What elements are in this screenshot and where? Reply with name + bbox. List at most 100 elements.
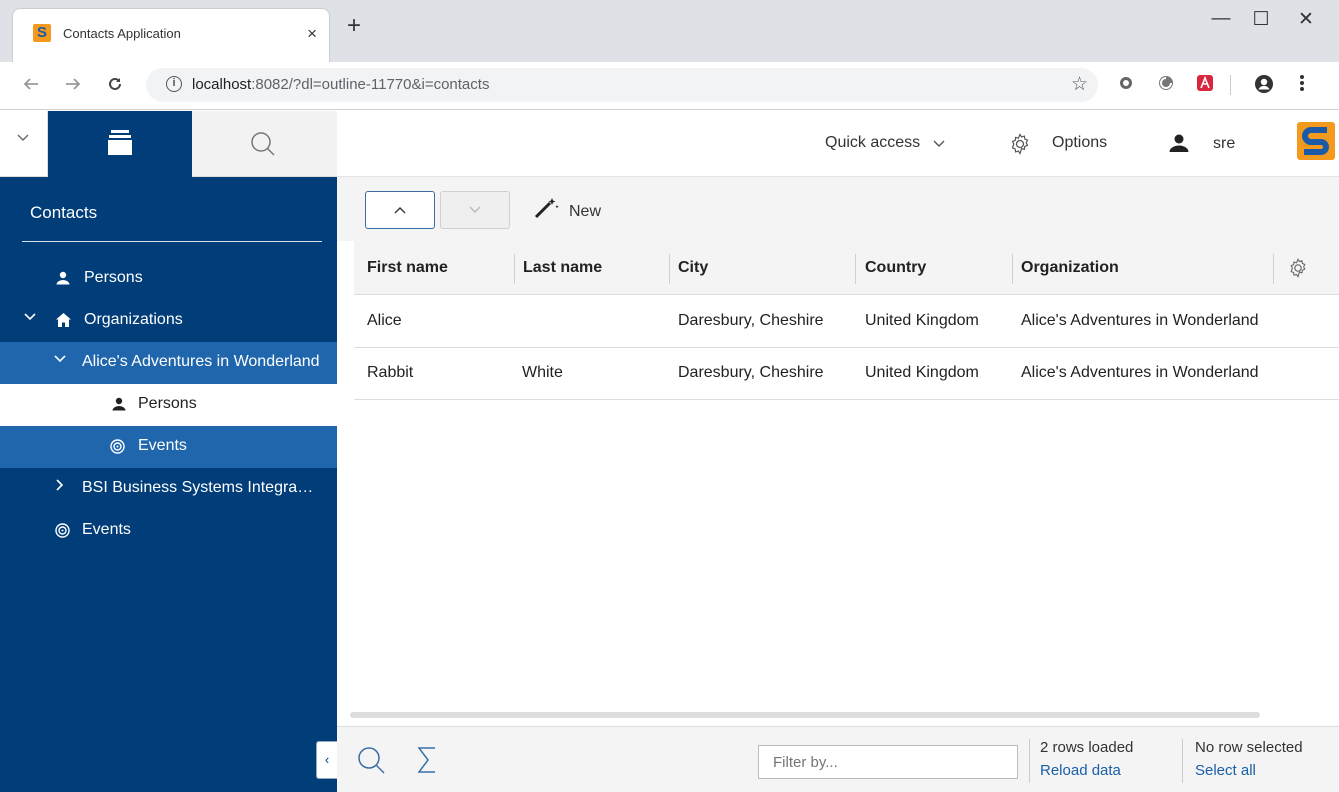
cell-country: United Kingdom	[865, 312, 979, 329]
chevron-down-icon	[933, 137, 945, 149]
tab-title: Contacts Application	[63, 26, 181, 41]
user-name: sre	[1213, 135, 1236, 152]
search-icon	[250, 131, 276, 157]
url-host: localhost	[192, 76, 252, 93]
nav-item-label: Alice's Adventures in Wonderland	[82, 353, 320, 370]
search-tab[interactable]	[192, 111, 337, 177]
new-label: New	[569, 203, 602, 220]
nav-collapse-handle[interactable]: ‹	[316, 741, 337, 779]
outline-tab[interactable]	[48, 111, 192, 177]
navigate-down-button[interactable]	[440, 191, 510, 229]
nav-item-label: Persons	[84, 269, 143, 286]
extension-icon[interactable]	[1157, 74, 1175, 92]
nav-title: Contacts	[30, 203, 98, 222]
cell-city: Daresbury, Cheshire	[678, 364, 824, 381]
quick-access-menu[interactable]: Quick access	[825, 134, 945, 152]
options-label: Options	[1052, 134, 1108, 151]
new-tab-icon[interactable]: +	[347, 12, 361, 40]
column-header-first-name[interactable]: First name	[354, 241, 508, 295]
nav-divider	[22, 241, 322, 242]
nav-item-alice-events[interactable]: Events	[0, 426, 337, 468]
address-bar: i localhost:8082/?dl=outline-11770&i=con…	[0, 62, 1339, 110]
nav-item-alice-organization[interactable]: Alice's Adventures in Wonderland	[0, 342, 337, 384]
chevron-down-icon[interactable]	[53, 352, 67, 366]
column-separator[interactable]	[1273, 254, 1274, 284]
column-header-city[interactable]: City	[665, 241, 855, 295]
browser-tab-bar: S Contacts Application × + — ☐ ✕	[0, 0, 1339, 62]
home-icon	[56, 313, 71, 327]
rows-loaded-status: 2 rows loaded Reload data	[1040, 739, 1160, 779]
profile-icon[interactable]	[1254, 74, 1274, 94]
table-row[interactable]: Alice Daresbury, Cheshire United Kingdom…	[354, 296, 1339, 348]
quick-access-label: Quick access	[825, 134, 921, 151]
navigate-up-button[interactable]	[365, 191, 435, 229]
chevron-down-icon	[17, 131, 29, 143]
url-omnibox[interactable]: i localhost:8082/?dl=outline-11770&i=con…	[146, 68, 1098, 102]
nav-menu-button[interactable]	[0, 111, 48, 177]
footer-divider	[1029, 739, 1030, 783]
selection-text: No row selected	[1195, 739, 1303, 756]
info-icon[interactable]: i	[166, 76, 182, 92]
select-all-link[interactable]: Select all	[1195, 762, 1335, 779]
magic-wand-icon	[533, 196, 559, 220]
reload-icon[interactable]	[106, 75, 124, 93]
table-footer: 2 rows loaded Reload data No row selecte…	[337, 726, 1339, 792]
nav-item-label: Events	[138, 437, 187, 454]
tab-close-icon[interactable]: ×	[307, 24, 317, 44]
person-icon	[112, 397, 126, 411]
url-path: :8082/?dl=outline-11770&i=contacts	[251, 76, 490, 93]
nav-item-persons[interactable]: Persons	[0, 258, 337, 300]
cell-first-name: Rabbit	[367, 364, 414, 381]
person-icon	[56, 271, 70, 285]
cell-organization: Alice's Adventures in Wonderland	[1021, 364, 1259, 381]
nav-item-bsi-organization[interactable]: BSI Business Systems Integration	[0, 468, 337, 510]
search-icon[interactable]	[357, 746, 385, 774]
table-row[interactable]: Rabbit White Daresbury, Cheshire United …	[354, 348, 1339, 400]
chevron-right-icon[interactable]	[53, 478, 67, 492]
nav-item-label: Persons	[138, 395, 197, 412]
footer-divider	[1182, 739, 1183, 783]
contacts-table: First name Last name City Country Organi…	[337, 241, 1339, 726]
cell-first-name: Alice	[367, 312, 402, 329]
table-settings-gear-icon[interactable]	[1288, 258, 1308, 278]
target-icon	[55, 523, 70, 538]
outline-icon	[108, 130, 132, 156]
chevron-down-icon	[469, 205, 481, 215]
navigation-panel: Contacts Persons Organizations Alice's A…	[0, 111, 337, 792]
url-text: localhost:8082/?dl=outline-11770&i=conta…	[192, 76, 489, 93]
gear-icon	[1009, 133, 1031, 155]
nav-item-label: BSI Business Systems Integration	[82, 479, 317, 496]
app-header: Quick access Options sre	[337, 111, 1339, 177]
nav-header	[0, 111, 337, 177]
window-close-icon[interactable]: ✕	[1283, 8, 1329, 31]
toolbar-divider	[1230, 75, 1231, 95]
nav-item-events[interactable]: Events	[0, 510, 337, 552]
back-arrow-icon[interactable]	[22, 75, 40, 93]
menu-dots-icon[interactable]	[1299, 74, 1305, 92]
table-header: First name Last name City Country Organi…	[354, 241, 1339, 295]
extension-icon[interactable]	[1117, 74, 1135, 92]
sum-icon[interactable]	[417, 747, 437, 773]
chevron-down-icon[interactable]	[23, 310, 37, 324]
column-header-country[interactable]: Country	[852, 241, 1012, 295]
rows-loaded-text: 2 rows loaded	[1040, 739, 1134, 756]
extension-icon[interactable]	[1196, 74, 1214, 92]
horizontal-scrollbar[interactable]	[350, 712, 1260, 718]
nav-item-organizations[interactable]: Organizations	[0, 300, 337, 342]
user-icon	[1169, 133, 1189, 153]
target-icon	[110, 439, 125, 454]
nav-item-label: Events	[82, 521, 131, 538]
column-header-organization[interactable]: Organization	[1008, 241, 1258, 295]
star-icon[interactable]: ☆	[1071, 73, 1088, 96]
cell-country: United Kingdom	[865, 364, 979, 381]
filter-input[interactable]	[758, 745, 1018, 779]
cell-organization: Alice's Adventures in Wonderland	[1021, 312, 1259, 329]
reload-data-link[interactable]: Reload data	[1040, 762, 1160, 779]
maximize-icon[interactable]: ☐	[1238, 8, 1284, 31]
nav-item-label: Organizations	[84, 311, 183, 328]
app-favicon-icon: S	[33, 24, 51, 42]
nav-item-alice-persons[interactable]: Persons	[0, 384, 337, 426]
column-header-last-name[interactable]: Last name	[510, 241, 662, 295]
forward-arrow-icon[interactable]	[64, 75, 82, 93]
browser-tab[interactable]: S Contacts Application ×	[12, 8, 330, 62]
